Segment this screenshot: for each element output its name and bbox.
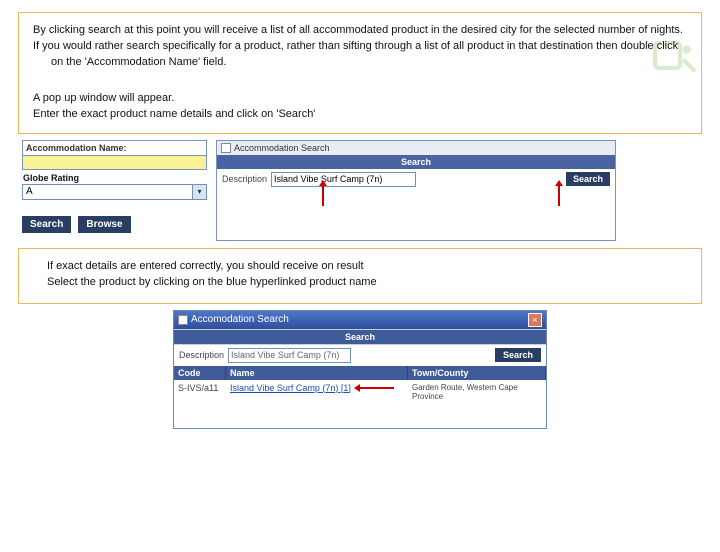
globe-rating-label: Globe Rating	[22, 170, 207, 184]
arrow-up-icon	[554, 180, 564, 206]
screenshot-area-2: Accomodation Search × Search Description…	[173, 310, 547, 429]
arrow-left-icon	[354, 383, 394, 393]
acc-name-label: Accommodation Name:	[22, 140, 207, 156]
instruction-line-1: By clicking search at this point you wil…	[33, 23, 687, 39]
col-name: Name	[226, 366, 408, 380]
col-town: Town/County	[408, 366, 546, 380]
instruction-line-4: Enter the exact product name details and…	[33, 107, 687, 123]
win-description-input[interactable]	[228, 348, 351, 363]
table-row: S-IVS/a11 Island Vibe Surf Camp (7n) [1]…	[174, 380, 546, 404]
popup-search-header: Search	[217, 155, 615, 169]
arrow-up-icon	[318, 180, 328, 206]
window-search-header: Search	[174, 329, 546, 345]
instruction-line-2: If you would rather search specifically …	[33, 39, 687, 71]
instruction-line-3: A pop up window will appear.	[33, 91, 687, 107]
globe-rating-select[interactable]: A ▾	[22, 184, 207, 200]
chevron-down-icon: ▾	[192, 185, 206, 199]
win-search-button[interactable]: Search	[495, 348, 541, 362]
indicator-arrows	[318, 180, 588, 206]
instruction-box-2: If exact details are entered correctly, …	[18, 248, 702, 304]
col-code: Code	[174, 366, 226, 380]
left-panel: Accommodation Name: Globe Rating A ▾ Sea…	[22, 140, 207, 233]
instruction-box-1: By clicking search at this point you wil…	[18, 12, 702, 134]
globe-rating-value: A	[26, 186, 33, 197]
window-icon	[178, 315, 188, 325]
product-link[interactable]: Island Vibe Surf Camp (7n) [1]	[230, 383, 351, 393]
win-description-label: Description	[179, 350, 224, 360]
screenshot-area-1: Accommodation Name: Globe Rating A ▾ Sea…	[18, 140, 702, 240]
result-window: Accomodation Search × Search Description…	[173, 310, 547, 429]
instruction2-line-2: Select the product by clicking on the bl…	[47, 275, 681, 291]
cell-town: Garden Route, Western Cape Province	[408, 380, 546, 404]
description-label: Description	[222, 174, 267, 184]
acc-name-field[interactable]	[22, 156, 207, 170]
close-icon[interactable]: ×	[528, 313, 542, 327]
search-button[interactable]: Search	[22, 216, 71, 233]
instruction2-line-1: If exact details are entered correctly, …	[47, 259, 681, 275]
table-header: Code Name Town/County	[174, 366, 546, 380]
cell-code: S-IVS/a11	[174, 380, 226, 404]
browse-button[interactable]: Browse	[78, 216, 130, 233]
window-title-bar: Accomodation Search ×	[174, 311, 546, 329]
window-icon	[221, 143, 231, 153]
popup-title: Accommodation Search	[217, 141, 615, 155]
window-title: Accomodation Search	[191, 314, 289, 325]
